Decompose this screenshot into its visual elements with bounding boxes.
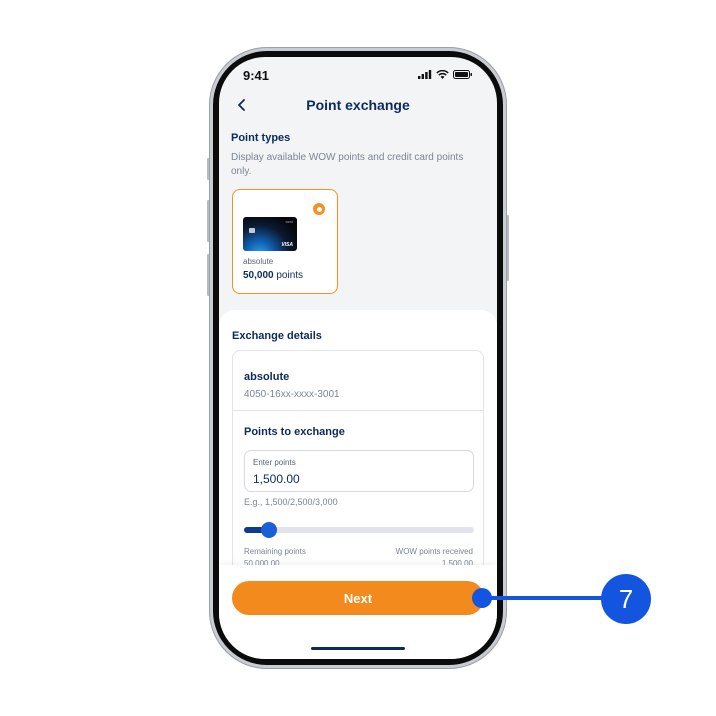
wifi-icon [436,70,449,79]
exchange-details-box: absolute 4050-16xx-xxxx-3001 Points to e… [232,350,484,590]
status-time: 9:41 [243,68,270,83]
point-card-points-unit: points [276,270,304,281]
wow-points-received-label: WOW points received [395,547,473,556]
point-card-points: 50,000 points [243,270,303,281]
points-example-hint: E.g., 1,500/2,500/3,000 [244,497,338,507]
battery-icon [453,70,472,79]
point-types-description: Display available WOW points and credit … [231,152,464,177]
callout-number-badge: 7 [601,574,651,624]
account-name: absolute [244,371,290,383]
next-button[interactable]: Next [232,581,484,615]
remaining-points-label: Remaining points [244,547,306,556]
visa-logo: VISA [281,242,293,248]
exchange-details-title: Exchange details [232,330,322,342]
account-number: 4050-16xx-xxxx-3001 [244,389,340,400]
home-indicator [311,647,405,650]
exchange-details-sheet: Exchange details absolute 4050-16xx-xxxx… [219,310,497,590]
credit-card-image: ▭▭ VISA [243,217,297,251]
point-type-card[interactable]: ▭▭ VISA absolute 50,000 points [232,189,338,294]
points-input-value[interactable]: 1,500.00 [253,472,300,486]
point-card-name: absolute [243,257,274,266]
signal-icon [418,70,432,79]
card-brand-mark: ▭▭ [285,219,293,224]
status-icons [418,70,473,79]
point-card-points-value: 50,000 [243,270,274,281]
divider [233,410,483,411]
selected-radio-icon[interactable] [313,203,325,215]
points-input[interactable]: Enter points 1,500.00 [244,450,474,492]
points-to-exchange-label: Points to exchange [244,426,345,438]
phone-screen: 9:41 Point exchange Point types Display … [219,57,497,659]
callout-dot [472,588,492,608]
bottom-action-bar: Next [219,565,497,659]
slider-thumb[interactable] [261,522,278,538]
points-input-caption: Enter points [253,458,296,467]
points-slider[interactable] [244,522,474,538]
page-title: Point exchange [306,97,410,113]
callout-line [490,596,604,600]
point-types-title: Point types [231,132,291,144]
card-chip-icon [249,228,255,233]
